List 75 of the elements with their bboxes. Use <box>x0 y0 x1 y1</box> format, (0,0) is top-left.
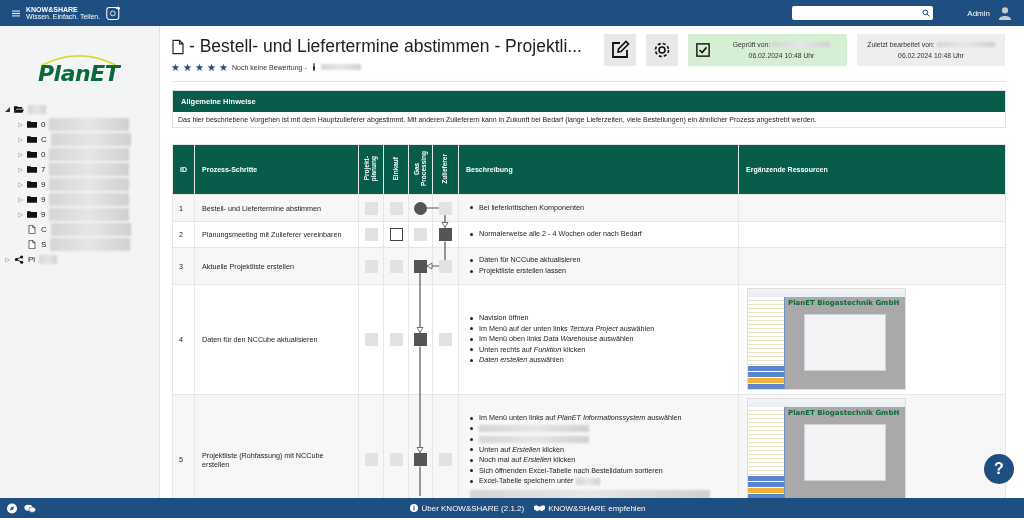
file-icon <box>27 240 37 249</box>
inactive-marker <box>439 201 452 215</box>
star-icon[interactable] <box>196 63 203 71</box>
star-icon[interactable] <box>172 63 179 71</box>
task-node <box>414 333 427 346</box>
bullet-icon <box>470 416 473 420</box>
bullet-icon <box>470 359 473 362</box>
bulb-icon <box>106 5 123 21</box>
task-node <box>414 259 427 273</box>
menu-icon[interactable] <box>12 9 20 17</box>
collapse-icon[interactable] <box>4 107 10 112</box>
start-node <box>414 201 427 215</box>
user-name[interactable]: Admin <box>967 8 990 18</box>
info-icon <box>410 504 419 512</box>
star-icon[interactable] <box>184 63 191 71</box>
task-node <box>414 453 427 466</box>
bullet-icon <box>470 232 473 236</box>
blurred-text <box>28 105 46 114</box>
inactive-marker <box>439 333 452 346</box>
avatar-icon[interactable] <box>998 6 1012 20</box>
blurred-text <box>320 64 361 70</box>
inactive-marker <box>389 333 403 346</box>
folder-icon <box>14 105 24 114</box>
tree-item[interactable]: C <box>41 225 47 234</box>
blurred-text <box>936 42 995 47</box>
bullet-icon <box>470 348 473 352</box>
bullet-icon <box>470 427 473 431</box>
tree-item[interactable]: 0 <box>41 150 46 159</box>
edit-button[interactable] <box>604 34 636 66</box>
bullet-icon <box>470 316 473 320</box>
share-icon <box>14 255 24 264</box>
bullet-icon <box>470 448 473 452</box>
settings-button[interactable] <box>646 34 678 66</box>
tree-item[interactable]: 9 <box>41 180 46 189</box>
help-button[interactable]: ? <box>984 454 1014 484</box>
search-icon[interactable] <box>922 9 931 17</box>
bullet-icon <box>470 480 473 484</box>
page-title: - Bestell- und Liefertermine abstimmen - Projektli... <box>172 36 594 57</box>
tree-item[interactable]: 0 <box>41 120 46 129</box>
blurred-text <box>772 42 831 47</box>
compass-icon[interactable] <box>6 502 18 514</box>
star-rating[interactable] <box>172 63 227 71</box>
task-node <box>439 228 452 241</box>
bullet-icon <box>470 437 473 441</box>
inactive-marker <box>364 228 378 241</box>
settings-icon[interactable] <box>652 40 672 60</box>
tree-item[interactable]: 9 <box>41 210 46 219</box>
about-link[interactable]: Über KNOW&SHARE (2.1.2) <box>410 503 525 513</box>
bullet-icon <box>470 337 473 341</box>
search-field[interactable] <box>792 6 934 20</box>
chat-icon[interactable] <box>24 502 36 514</box>
tree-item[interactable]: Pl <box>28 255 36 264</box>
inactive-marker <box>439 259 452 273</box>
handshake-icon <box>534 504 546 512</box>
document-icon <box>172 38 184 55</box>
file-icon <box>27 225 37 234</box>
tree-item[interactable]: 9 <box>41 195 46 204</box>
tree-item[interactable]: S <box>41 240 47 249</box>
tree-item[interactable]: 7 <box>41 165 46 174</box>
tree-item[interactable]: C <box>41 135 47 144</box>
edit-icon[interactable] <box>610 40 630 60</box>
bullet-icon <box>470 269 473 273</box>
bullet-icon <box>470 469 473 473</box>
company-logo: PlanET <box>34 52 124 88</box>
bullet-icon <box>470 259 473 262</box>
bullet-icon <box>470 327 473 331</box>
star-icon[interactable] <box>208 63 215 71</box>
blurred-text <box>39 255 58 264</box>
recommend-link[interactable]: KNOW&SHARE empfehlen <box>534 503 646 513</box>
outlined-square <box>389 228 403 241</box>
inactive-marker <box>364 333 378 346</box>
inactive-marker <box>414 228 427 241</box>
bullet-icon <box>470 206 473 210</box>
bullet-icon <box>470 458 473 462</box>
star-icon[interactable] <box>220 63 227 71</box>
